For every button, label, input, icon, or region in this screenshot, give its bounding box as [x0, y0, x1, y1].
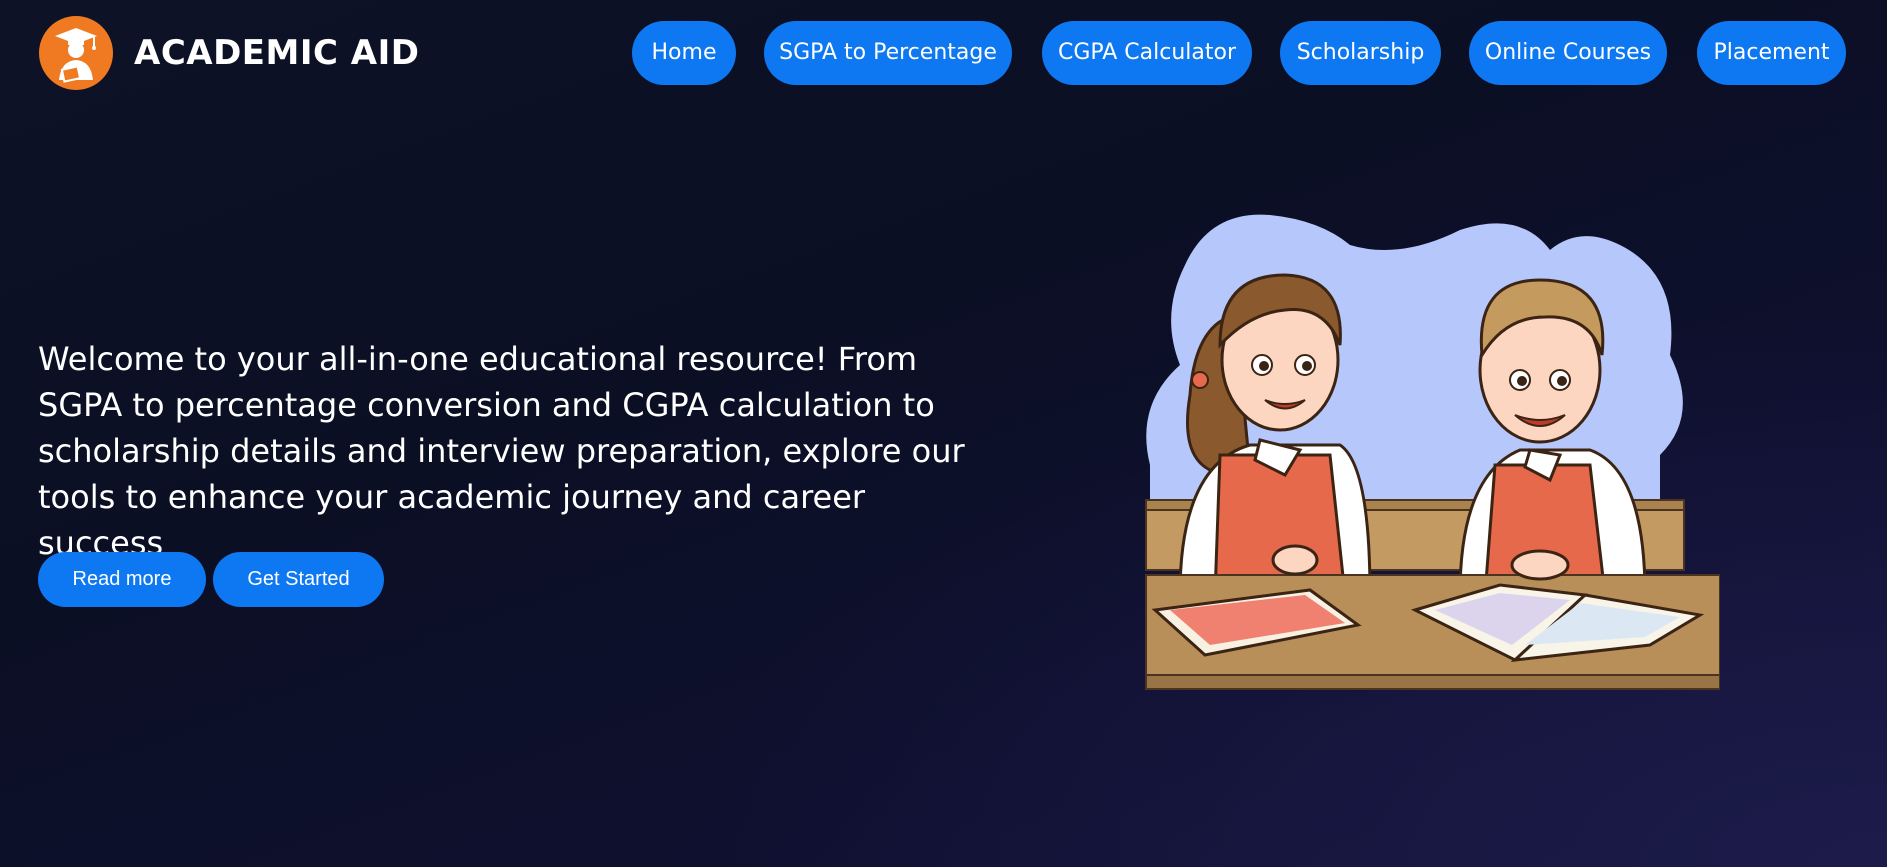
nav-cgpa-calculator[interactable]: CGPA Calculator — [1042, 21, 1252, 85]
hero-description: Welcome to your all-in-one educational r… — [38, 340, 965, 562]
get-started-button[interactable]: Get Started — [213, 552, 384, 607]
site-brand[interactable]: ACADEMIC AID — [134, 33, 420, 73]
nav-home[interactable]: Home — [632, 21, 736, 85]
site-header: ACADEMIC AID Home SGPA to Percentage CGP… — [0, 0, 1887, 110]
two-students-studying-illustration — [1140, 205, 1721, 697]
nav-scholarship[interactable]: Scholarship — [1280, 21, 1441, 85]
graduate-student-icon[interactable] — [39, 16, 113, 90]
nav-online-courses[interactable]: Online Courses — [1469, 21, 1667, 85]
nav-sgpa-to-percentage[interactable]: SGPA to Percentage — [764, 21, 1012, 85]
read-more-button[interactable]: Read more — [38, 552, 206, 607]
nav-placement[interactable]: Placement — [1697, 21, 1846, 85]
